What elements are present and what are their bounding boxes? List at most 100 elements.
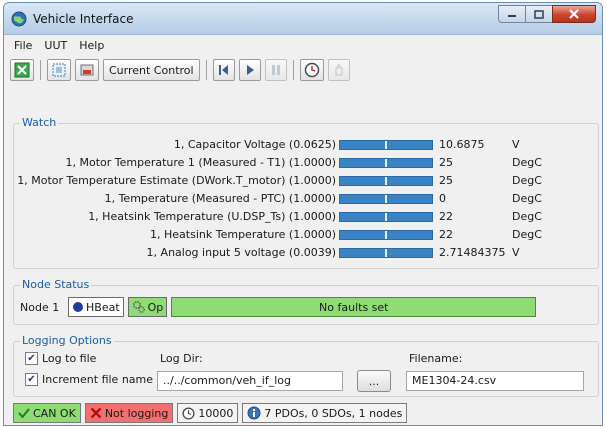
interval-label: 10000 xyxy=(198,406,234,420)
select-region-button[interactable] xyxy=(47,59,71,81)
logging-status: Not logging xyxy=(84,403,174,423)
watch-bar xyxy=(339,176,433,186)
maximize-button[interactable] xyxy=(525,5,552,23)
title-bar[interactable]: Vehicle Interface xyxy=(4,3,602,35)
watch-value: 0 xyxy=(439,192,446,205)
watch-label: 1, Heatsink Temperature (1.0000) xyxy=(150,228,336,241)
watch-label: 1, Motor Temperature 1 (Measured - T1) (… xyxy=(65,156,336,169)
toolbar: Current Control xyxy=(4,55,602,85)
watch-value: 2.71484375 xyxy=(439,246,506,259)
watch-row: 1, Heatsink Temperature (1.0000) 22 DegC xyxy=(14,228,598,243)
menu-help[interactable]: Help xyxy=(73,39,110,52)
play-button[interactable] xyxy=(238,59,261,81)
filename-label: Filename: xyxy=(409,352,463,365)
logging-status-label: Not logging xyxy=(104,406,169,420)
pause-button[interactable] xyxy=(264,59,287,81)
menu-uut[interactable]: UUT xyxy=(38,39,73,52)
step-back-icon xyxy=(218,65,228,75)
watch-unit: DegC xyxy=(512,228,542,241)
hand-icon xyxy=(335,64,343,76)
watch-bar xyxy=(339,248,433,258)
check-icon xyxy=(18,408,30,419)
close-button[interactable] xyxy=(552,5,596,23)
current-control-button[interactable]: Current Control xyxy=(103,59,200,81)
spreadsheet-icon xyxy=(14,62,30,78)
can-status-label: CAN OK xyxy=(33,406,76,420)
watch-label: 1, Temperature (Measured - PTC) (1.0000) xyxy=(104,192,336,205)
watch-unit: DegC xyxy=(512,192,542,205)
watch-value: 22 xyxy=(439,228,453,241)
menu-file[interactable]: File xyxy=(8,39,38,52)
node-label: Node 1 xyxy=(20,300,60,314)
watch-value: 22 xyxy=(439,210,453,223)
watch-label: 1, Heatsink Temperature (U.DSP_Ts) (1.00… xyxy=(88,210,336,223)
app-window: Vehicle Interface File UUT Help Current … xyxy=(3,2,603,426)
watch-row: 1, Heatsink Temperature (U.DSP_Ts) (1.00… xyxy=(14,210,598,225)
log-dir-label: Log Dir: xyxy=(160,352,203,365)
watch-unit: DegC xyxy=(512,156,542,169)
close-icon xyxy=(569,9,579,19)
device-button[interactable] xyxy=(75,59,99,81)
watch-unit: DegC xyxy=(512,174,542,187)
window-title: Vehicle Interface xyxy=(33,12,134,26)
fault-status-bar: No faults set xyxy=(171,297,537,317)
watch-row: 1, Motor Temperature Estimate (DWork.T_m… xyxy=(14,174,598,189)
node-status-group: Node Status Node 1 HBeat Op No faults se… xyxy=(13,278,599,325)
heartbeat-label: HBeat xyxy=(86,300,120,314)
pause-icon xyxy=(271,65,280,75)
watch-bar xyxy=(339,230,433,240)
log-dir-field[interactable]: ../../common/veh_if_log xyxy=(157,371,343,391)
bus-summary-status: 7 PDOs, 0 SDOs, 1 nodes xyxy=(242,403,408,423)
watch-bar xyxy=(339,194,433,204)
clock-icon xyxy=(182,406,195,420)
watch-value: 25 xyxy=(439,174,453,187)
increment-file-name-checkbox[interactable]: ✔ Increment file name xyxy=(25,373,153,386)
logging-options-group: Logging Options ✔ Log to file Log Dir: F… xyxy=(13,334,599,397)
menu-bar: File UUT Help xyxy=(4,35,602,55)
filename-field[interactable]: ME1304-24.csv xyxy=(406,371,584,391)
watch-row: 1, Capacitor Voltage (0.0625) 10.6875 V xyxy=(14,138,598,153)
checkbox-box[interactable]: ✔ xyxy=(25,373,38,386)
device-icon xyxy=(80,64,94,76)
log-to-file-checkbox[interactable]: ✔ Log to file xyxy=(25,352,96,365)
watch-group: Watch 1, Capacitor Voltage (0.0625) 10.6… xyxy=(13,116,599,269)
window-controls xyxy=(498,5,596,23)
watch-unit: V xyxy=(512,246,520,259)
watch-row: 1, Analog input 5 voltage (0.0039) 2.714… xyxy=(14,246,598,261)
stop-button[interactable] xyxy=(327,59,350,81)
minimize-icon xyxy=(508,15,516,17)
watch-bar xyxy=(339,212,433,222)
watch-label: 1, Capacitor Voltage (0.0625) xyxy=(173,138,336,151)
clock-icon xyxy=(304,62,319,78)
log-to-file-label: Log to file xyxy=(42,352,97,365)
watch-label: 1, Motor Temperature Estimate (DWork.T_m… xyxy=(17,174,336,187)
step-back-button[interactable] xyxy=(212,59,235,81)
node-status-row: Node 1 HBeat Op No faults set xyxy=(20,297,537,317)
watch-value: 10.6875 xyxy=(439,138,485,151)
watch-value: 25 xyxy=(439,156,453,169)
watch-unit: V xyxy=(512,138,520,151)
watch-unit: DegC xyxy=(512,210,542,223)
maximize-icon xyxy=(534,9,544,19)
status-bar: CAN OK Not logging 10000 7 PDOs, 0 SDOs,… xyxy=(13,403,408,423)
toolbar-separator xyxy=(205,60,207,80)
operational-label: Op xyxy=(147,300,164,314)
watch-row: 1, Motor Temperature 1 (Measured - T1) (… xyxy=(14,156,598,171)
browse-button[interactable]: ... xyxy=(357,370,391,392)
interval-status: 10000 xyxy=(177,403,239,423)
checkbox-box[interactable]: ✔ xyxy=(25,352,38,365)
gears-icon xyxy=(132,300,145,313)
minimize-button[interactable] xyxy=(498,5,525,23)
timer-button[interactable] xyxy=(299,59,324,81)
watch-title: Watch xyxy=(20,116,59,129)
logging-options-title: Logging Options xyxy=(20,334,114,347)
cross-icon xyxy=(90,407,102,419)
select-region-icon xyxy=(52,63,66,77)
spreadsheet-button[interactable] xyxy=(10,59,34,81)
globe-icon xyxy=(11,11,27,27)
node-status-title: Node Status xyxy=(20,278,92,291)
play-icon xyxy=(246,65,254,75)
toolbar-separator xyxy=(292,60,294,80)
can-status: CAN OK xyxy=(13,403,81,423)
